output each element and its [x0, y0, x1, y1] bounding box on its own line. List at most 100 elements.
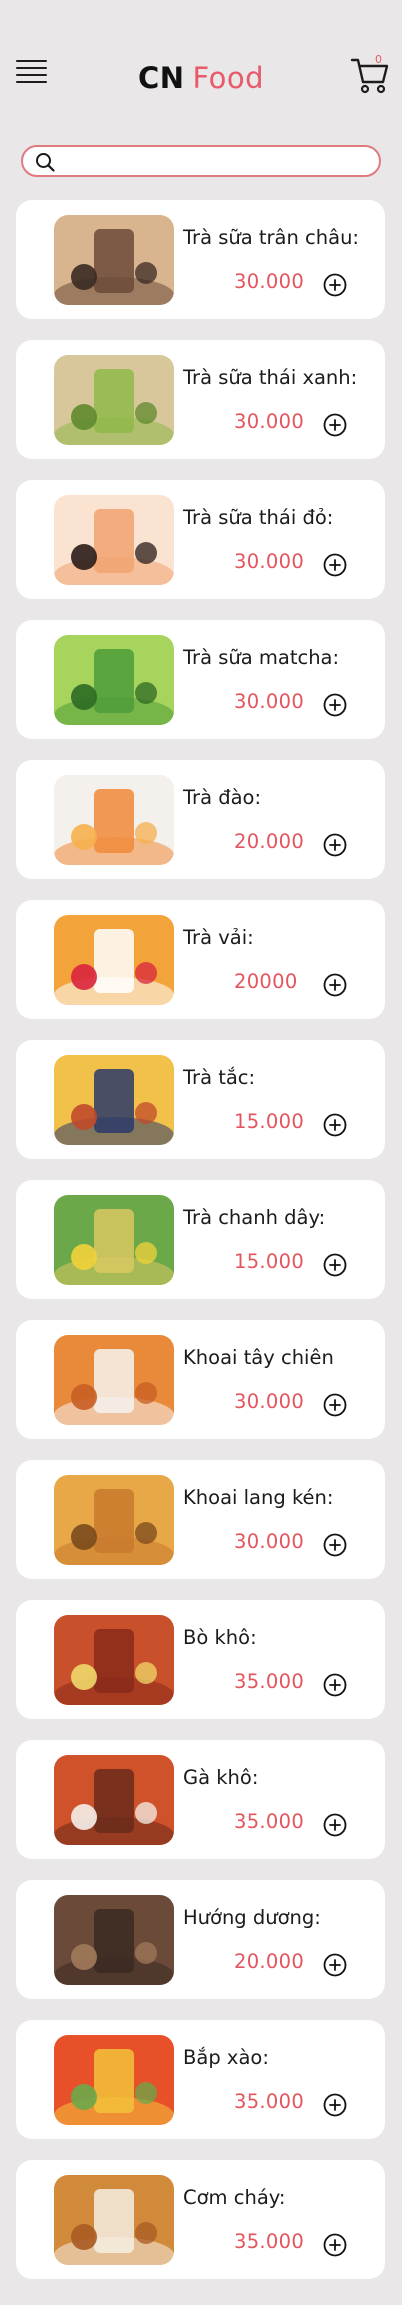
plus-circle-icon — [323, 1813, 347, 1837]
product-name: Trà sữa thái xanh: — [183, 366, 358, 389]
plus-circle-icon — [323, 1113, 347, 1137]
product-image — [54, 495, 174, 585]
product-image — [54, 1475, 174, 1565]
product-card[interactable]: Trà sữa trân châu: 30.000 — [16, 200, 385, 319]
product-image — [54, 1195, 174, 1285]
plus-circle-icon — [323, 1673, 347, 1697]
add-to-cart-button[interactable] — [323, 1113, 347, 1137]
search-bar[interactable] — [21, 145, 381, 177]
product-name: Khoai lang kén: — [183, 1486, 334, 1509]
product-name: Bò khô: — [183, 1626, 257, 1649]
product-image — [54, 775, 174, 865]
product-card[interactable]: Trà đào: 20.000 — [16, 760, 385, 879]
plus-circle-icon — [323, 833, 347, 857]
product-image — [54, 355, 174, 445]
product-image — [54, 2035, 174, 2125]
plus-circle-icon — [323, 553, 347, 577]
cart-count-badge: 0 — [375, 53, 382, 66]
product-card[interactable]: Trà vải: 20000 — [16, 900, 385, 1019]
product-price: 35.000 — [234, 1670, 305, 1693]
plus-circle-icon — [323, 2233, 347, 2257]
product-name: Cơm cháy: — [183, 2186, 286, 2209]
brand-logo: CN Food — [0, 58, 402, 98]
product-card[interactable]: Khoai lang kén: 30.000 — [16, 1460, 385, 1579]
plus-circle-icon — [323, 1393, 347, 1417]
product-card[interactable]: Khoai tây chiên 30.000 — [16, 1320, 385, 1439]
product-price: 35.000 — [234, 2230, 305, 2253]
product-name: Gà khô: — [183, 1766, 259, 1789]
product-name: Trà đào: — [183, 786, 262, 809]
product-card[interactable]: Trà tắc: 15.000 — [16, 1040, 385, 1159]
brand-cn: CN — [137, 61, 185, 95]
product-price: 20.000 — [234, 830, 305, 853]
add-to-cart-button[interactable] — [323, 553, 347, 577]
search-input[interactable] — [63, 149, 373, 173]
plus-circle-icon — [323, 413, 347, 437]
product-name: Trà vải: — [183, 926, 254, 949]
product-price: 15.000 — [234, 1250, 305, 1273]
product-price: 30.000 — [234, 690, 305, 713]
add-to-cart-button[interactable] — [323, 1533, 347, 1557]
add-to-cart-button[interactable] — [323, 1253, 347, 1277]
brand-food: Food — [192, 61, 265, 95]
product-price: 30.000 — [234, 270, 305, 293]
product-card[interactable]: Trà chanh dây: 15.000 — [16, 1180, 385, 1299]
add-to-cart-button[interactable] — [323, 1393, 347, 1417]
product-price: 30.000 — [234, 1390, 305, 1413]
add-to-cart-button[interactable] — [323, 273, 347, 297]
product-price: 35.000 — [234, 1810, 305, 1833]
plus-circle-icon — [323, 2093, 347, 2117]
product-name: Trà sữa matcha: — [183, 646, 340, 669]
product-card[interactable]: Trà sữa thái xanh: 30.000 — [16, 340, 385, 459]
product-price: 30.000 — [234, 410, 305, 433]
product-image — [54, 215, 174, 305]
product-image — [54, 1335, 174, 1425]
add-to-cart-button[interactable] — [323, 413, 347, 437]
add-to-cart-button[interactable] — [323, 833, 347, 857]
product-price: 20000 — [234, 970, 298, 993]
product-image — [54, 2175, 174, 2265]
cart-button[interactable]: 0 — [350, 52, 392, 96]
product-list: Trà sữa trân châu: 30.000 Trà sữa thái x… — [16, 200, 385, 2300]
product-price: 30.000 — [234, 1530, 305, 1553]
product-name: Trà chanh dây: — [183, 1206, 326, 1229]
add-to-cart-button[interactable] — [323, 1813, 347, 1837]
plus-circle-icon — [323, 693, 347, 717]
product-image — [54, 1755, 174, 1845]
product-name: Trà tắc: — [183, 1066, 256, 1089]
product-card[interactable]: Gà khô: 35.000 — [16, 1740, 385, 1859]
add-to-cart-button[interactable] — [323, 2093, 347, 2117]
product-price: 35.000 — [234, 2090, 305, 2113]
product-name: Trà sữa trân châu: — [183, 226, 360, 249]
product-name: Bắp xào: — [183, 2046, 269, 2069]
shopping-cart-icon — [350, 58, 389, 94]
product-price: 15.000 — [234, 1110, 305, 1133]
add-to-cart-button[interactable] — [323, 973, 347, 997]
plus-circle-icon — [323, 1253, 347, 1277]
product-name: Hướng dương: — [183, 1906, 321, 1929]
plus-circle-icon — [323, 273, 347, 297]
app-header: CN Food 0 — [0, 0, 402, 140]
product-card[interactable]: Bắp xào: 35.000 — [16, 2020, 385, 2139]
product-card[interactable]: Trà sữa thái đỏ: 30.000 — [16, 480, 385, 599]
product-image — [54, 1895, 174, 1985]
product-price: 30.000 — [234, 550, 305, 573]
plus-circle-icon — [323, 1533, 347, 1557]
product-price: 20.000 — [234, 1950, 305, 1973]
add-to-cart-button[interactable] — [323, 2233, 347, 2257]
plus-circle-icon — [323, 973, 347, 997]
add-to-cart-button[interactable] — [323, 1953, 347, 1977]
product-card[interactable]: Trà sữa matcha: 30.000 — [16, 620, 385, 739]
product-card[interactable]: Hướng dương: 20.000 — [16, 1880, 385, 1999]
product-image — [54, 1055, 174, 1145]
product-name: Trà sữa thái đỏ: — [183, 506, 334, 529]
add-to-cart-button[interactable] — [323, 693, 347, 717]
product-card[interactable]: Bò khô: 35.000 — [16, 1600, 385, 1719]
plus-circle-icon — [323, 1953, 347, 1977]
search-icon[interactable] — [35, 152, 55, 172]
add-to-cart-button[interactable] — [323, 1673, 347, 1697]
product-image — [54, 635, 174, 725]
product-card[interactable]: Cơm cháy: 35.000 — [16, 2160, 385, 2279]
product-image — [54, 1615, 174, 1705]
product-name: Khoai tây chiên — [183, 1346, 334, 1369]
